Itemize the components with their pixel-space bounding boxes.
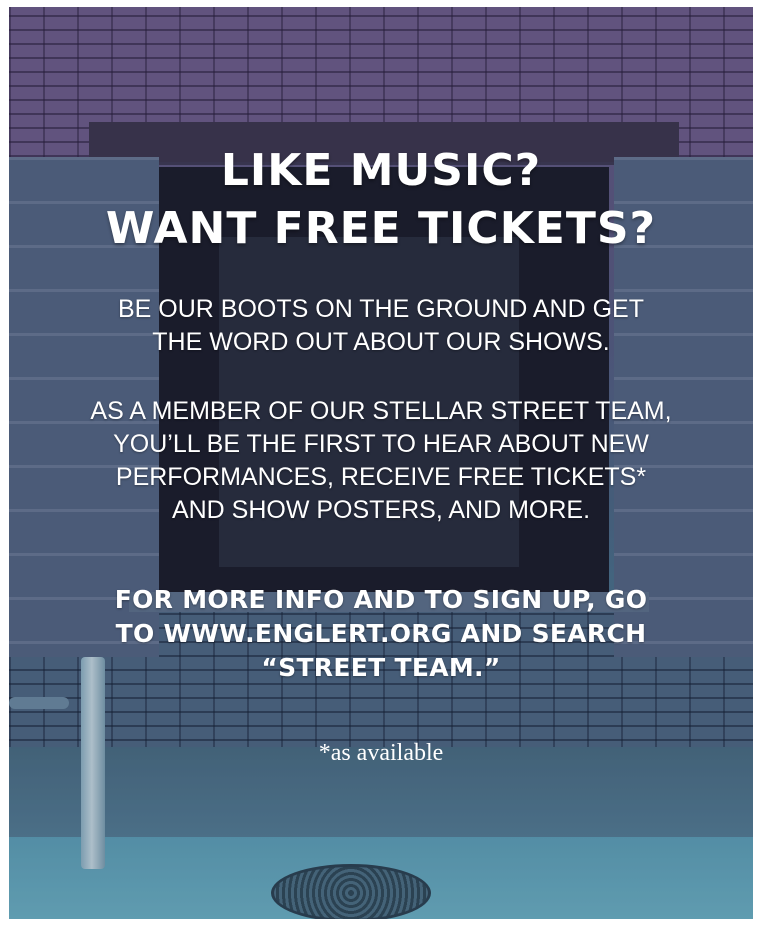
intro-line-2: THE WORD OUT ABOUT OUR SHOWS. [152,328,610,356]
details-line-2: YOU’LL BE THE FIRST TO HEAR ABOUT NEW [113,430,649,458]
details-line-3: PERFORMANCES, RECEIVE FREE TICKETS* [115,463,647,491]
poster-text: LIKE MUSIC? WANT FREE TICKETS? BE OUR BO… [9,7,753,919]
details-line-4: AND SHOW POSTERS, AND MORE. [171,496,591,524]
details-line-1: AS A MEMBER OF OUR STELLAR STREET TEAM, [90,397,672,425]
footnote: *as available [318,740,444,766]
call-to-action-line-3: “STREET TEAM.” [261,653,501,682]
intro-line-1: BE OUR BOOTS ON THE GROUND AND GET [118,295,644,323]
call-to-action-line-1: FOR MORE INFO AND TO SIGN UP, GO [114,585,648,614]
call-to-action-line-2: TO WWW.ENGLERT.ORG AND SEARCH [115,619,647,648]
headline-line-2: WANT FREE TICKETS? [105,203,657,254]
headline-line-1: LIKE MUSIC? [220,145,542,196]
